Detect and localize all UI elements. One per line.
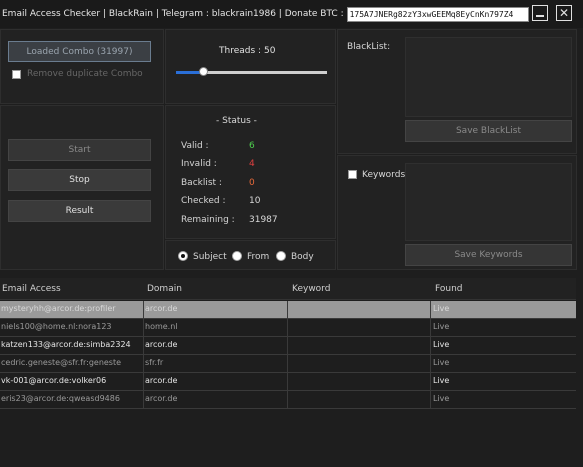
- keywords-checkbox[interactable]: [348, 170, 357, 179]
- cell-domain: sfr.fr: [145, 358, 164, 367]
- body-radio[interactable]: [276, 251, 286, 261]
- window-title: Email Access Checker | BlackRain | Teleg…: [2, 9, 344, 19]
- cell-email: eris23@arcor.de:qweasd9486: [1, 394, 120, 403]
- cell-domain: arcor.de: [145, 304, 178, 313]
- result-button[interactable]: Result: [8, 200, 151, 222]
- cell-email: mysteryhh@arcor.de:profiler: [1, 304, 116, 313]
- threads-slider[interactable]: [176, 67, 327, 76]
- close-button[interactable]: ✕: [556, 5, 572, 21]
- remaining-label: Remaining :: [181, 215, 235, 225]
- body-radio-label: Body: [291, 252, 314, 262]
- column-divider: [430, 373, 431, 391]
- column-divider: [287, 391, 288, 409]
- cell-found: Live: [433, 376, 450, 385]
- backlist-label: Backlist :: [181, 178, 222, 188]
- title-bar: Email Access Checker | BlackRain | Teleg…: [0, 0, 583, 28]
- column-divider: [287, 301, 288, 319]
- table-row[interactable]: niels100@home.nl:nora123 home.nl Live: [0, 319, 576, 337]
- cell-found: Live: [433, 322, 450, 331]
- cell-domain: arcor.de: [145, 394, 178, 403]
- remaining-value: 31987: [249, 215, 278, 225]
- column-header-email[interactable]: Email Access: [2, 284, 61, 294]
- column-header-keyword[interactable]: Keyword: [292, 284, 330, 294]
- subject-radio[interactable]: [178, 251, 188, 261]
- threads-panel: [165, 29, 336, 104]
- column-divider: [287, 355, 288, 373]
- column-divider: [143, 301, 144, 319]
- subject-radio-label: Subject: [193, 252, 227, 262]
- table-row[interactable]: mysteryhh@arcor.de:profiler arcor.de Live: [0, 301, 576, 319]
- column-divider: [143, 337, 144, 355]
- valid-value: 6: [249, 141, 255, 151]
- cell-domain: arcor.de: [145, 376, 178, 385]
- backlist-value: 0: [249, 178, 255, 188]
- table-row[interactable]: katzen133@arcor.de:simba2324 arcor.de Live: [0, 337, 576, 355]
- cell-email: vk-001@arcor.de:volker06: [1, 376, 107, 385]
- column-divider: [287, 337, 288, 355]
- keywords-label: Keywords: [362, 170, 406, 180]
- column-divider: [430, 337, 431, 355]
- column-divider: [287, 319, 288, 337]
- invalid-label: Invalid :: [181, 159, 217, 169]
- column-divider: [143, 373, 144, 391]
- remove-duplicate-label: Remove duplicate Combo: [27, 69, 143, 79]
- column-header-found[interactable]: Found: [435, 284, 462, 294]
- results-table: Email Access Domain Keyword Found myster…: [0, 278, 576, 467]
- valid-label: Valid :: [181, 141, 209, 151]
- invalid-value: 4: [249, 159, 255, 169]
- from-radio-label: From: [247, 252, 270, 262]
- column-divider: [430, 319, 431, 337]
- remove-duplicate-checkbox[interactable]: [12, 70, 21, 79]
- save-keywords-button[interactable]: Save Keywords: [405, 244, 572, 266]
- column-divider: [287, 373, 288, 391]
- threads-value: 50: [264, 46, 276, 56]
- column-divider: [430, 391, 431, 409]
- stop-button[interactable]: Stop: [8, 169, 151, 191]
- save-blacklist-button[interactable]: Save BlackList: [405, 120, 572, 142]
- cell-domain: home.nl: [145, 322, 178, 331]
- keywords-textarea[interactable]: [405, 163, 572, 241]
- table-row[interactable]: vk-001@arcor.de:volker06 arcor.de Live: [0, 373, 576, 391]
- start-button[interactable]: Start: [8, 139, 151, 161]
- cell-found: Live: [433, 340, 450, 349]
- cell-domain: arcor.de: [145, 340, 178, 349]
- btc-address-field[interactable]: 175A7JNERg82zY3xwGEEMq8EyCnKn797Z4: [346, 6, 529, 22]
- cell-email: niels100@home.nl:nora123: [1, 322, 112, 331]
- column-header-domain[interactable]: Domain: [147, 284, 182, 294]
- column-divider: [143, 391, 144, 409]
- close-icon: ✕: [558, 6, 570, 20]
- blacklist-label: BlackList:: [347, 42, 391, 52]
- table-header: Email Access Domain Keyword Found: [0, 278, 576, 300]
- load-combo-button[interactable]: Loaded Combo (31997): [8, 41, 151, 62]
- threads-label: Threads :: [219, 46, 262, 56]
- minimize-button[interactable]: [532, 5, 548, 21]
- column-divider: [143, 319, 144, 337]
- checked-label: Checked :: [181, 196, 226, 206]
- cell-found: Live: [433, 304, 450, 313]
- table-row[interactable]: eris23@arcor.de:qweasd9486 arcor.de Live: [0, 391, 576, 409]
- table-row[interactable]: cedric.geneste@sfr.fr:geneste sfr.fr Live: [0, 355, 576, 373]
- cell-email: katzen133@arcor.de:simba2324: [1, 340, 131, 349]
- column-divider: [143, 355, 144, 373]
- column-divider: [430, 355, 431, 373]
- cell-found: Live: [433, 394, 450, 403]
- cell-email: cedric.geneste@sfr.fr:geneste: [1, 358, 122, 367]
- cell-found: Live: [433, 358, 450, 367]
- blacklist-textarea[interactable]: [405, 37, 572, 117]
- column-divider: [430, 301, 431, 319]
- checked-value: 10: [249, 196, 261, 206]
- from-radio[interactable]: [232, 251, 242, 261]
- minimize-icon: [536, 15, 544, 17]
- status-title: - Status -: [216, 116, 257, 126]
